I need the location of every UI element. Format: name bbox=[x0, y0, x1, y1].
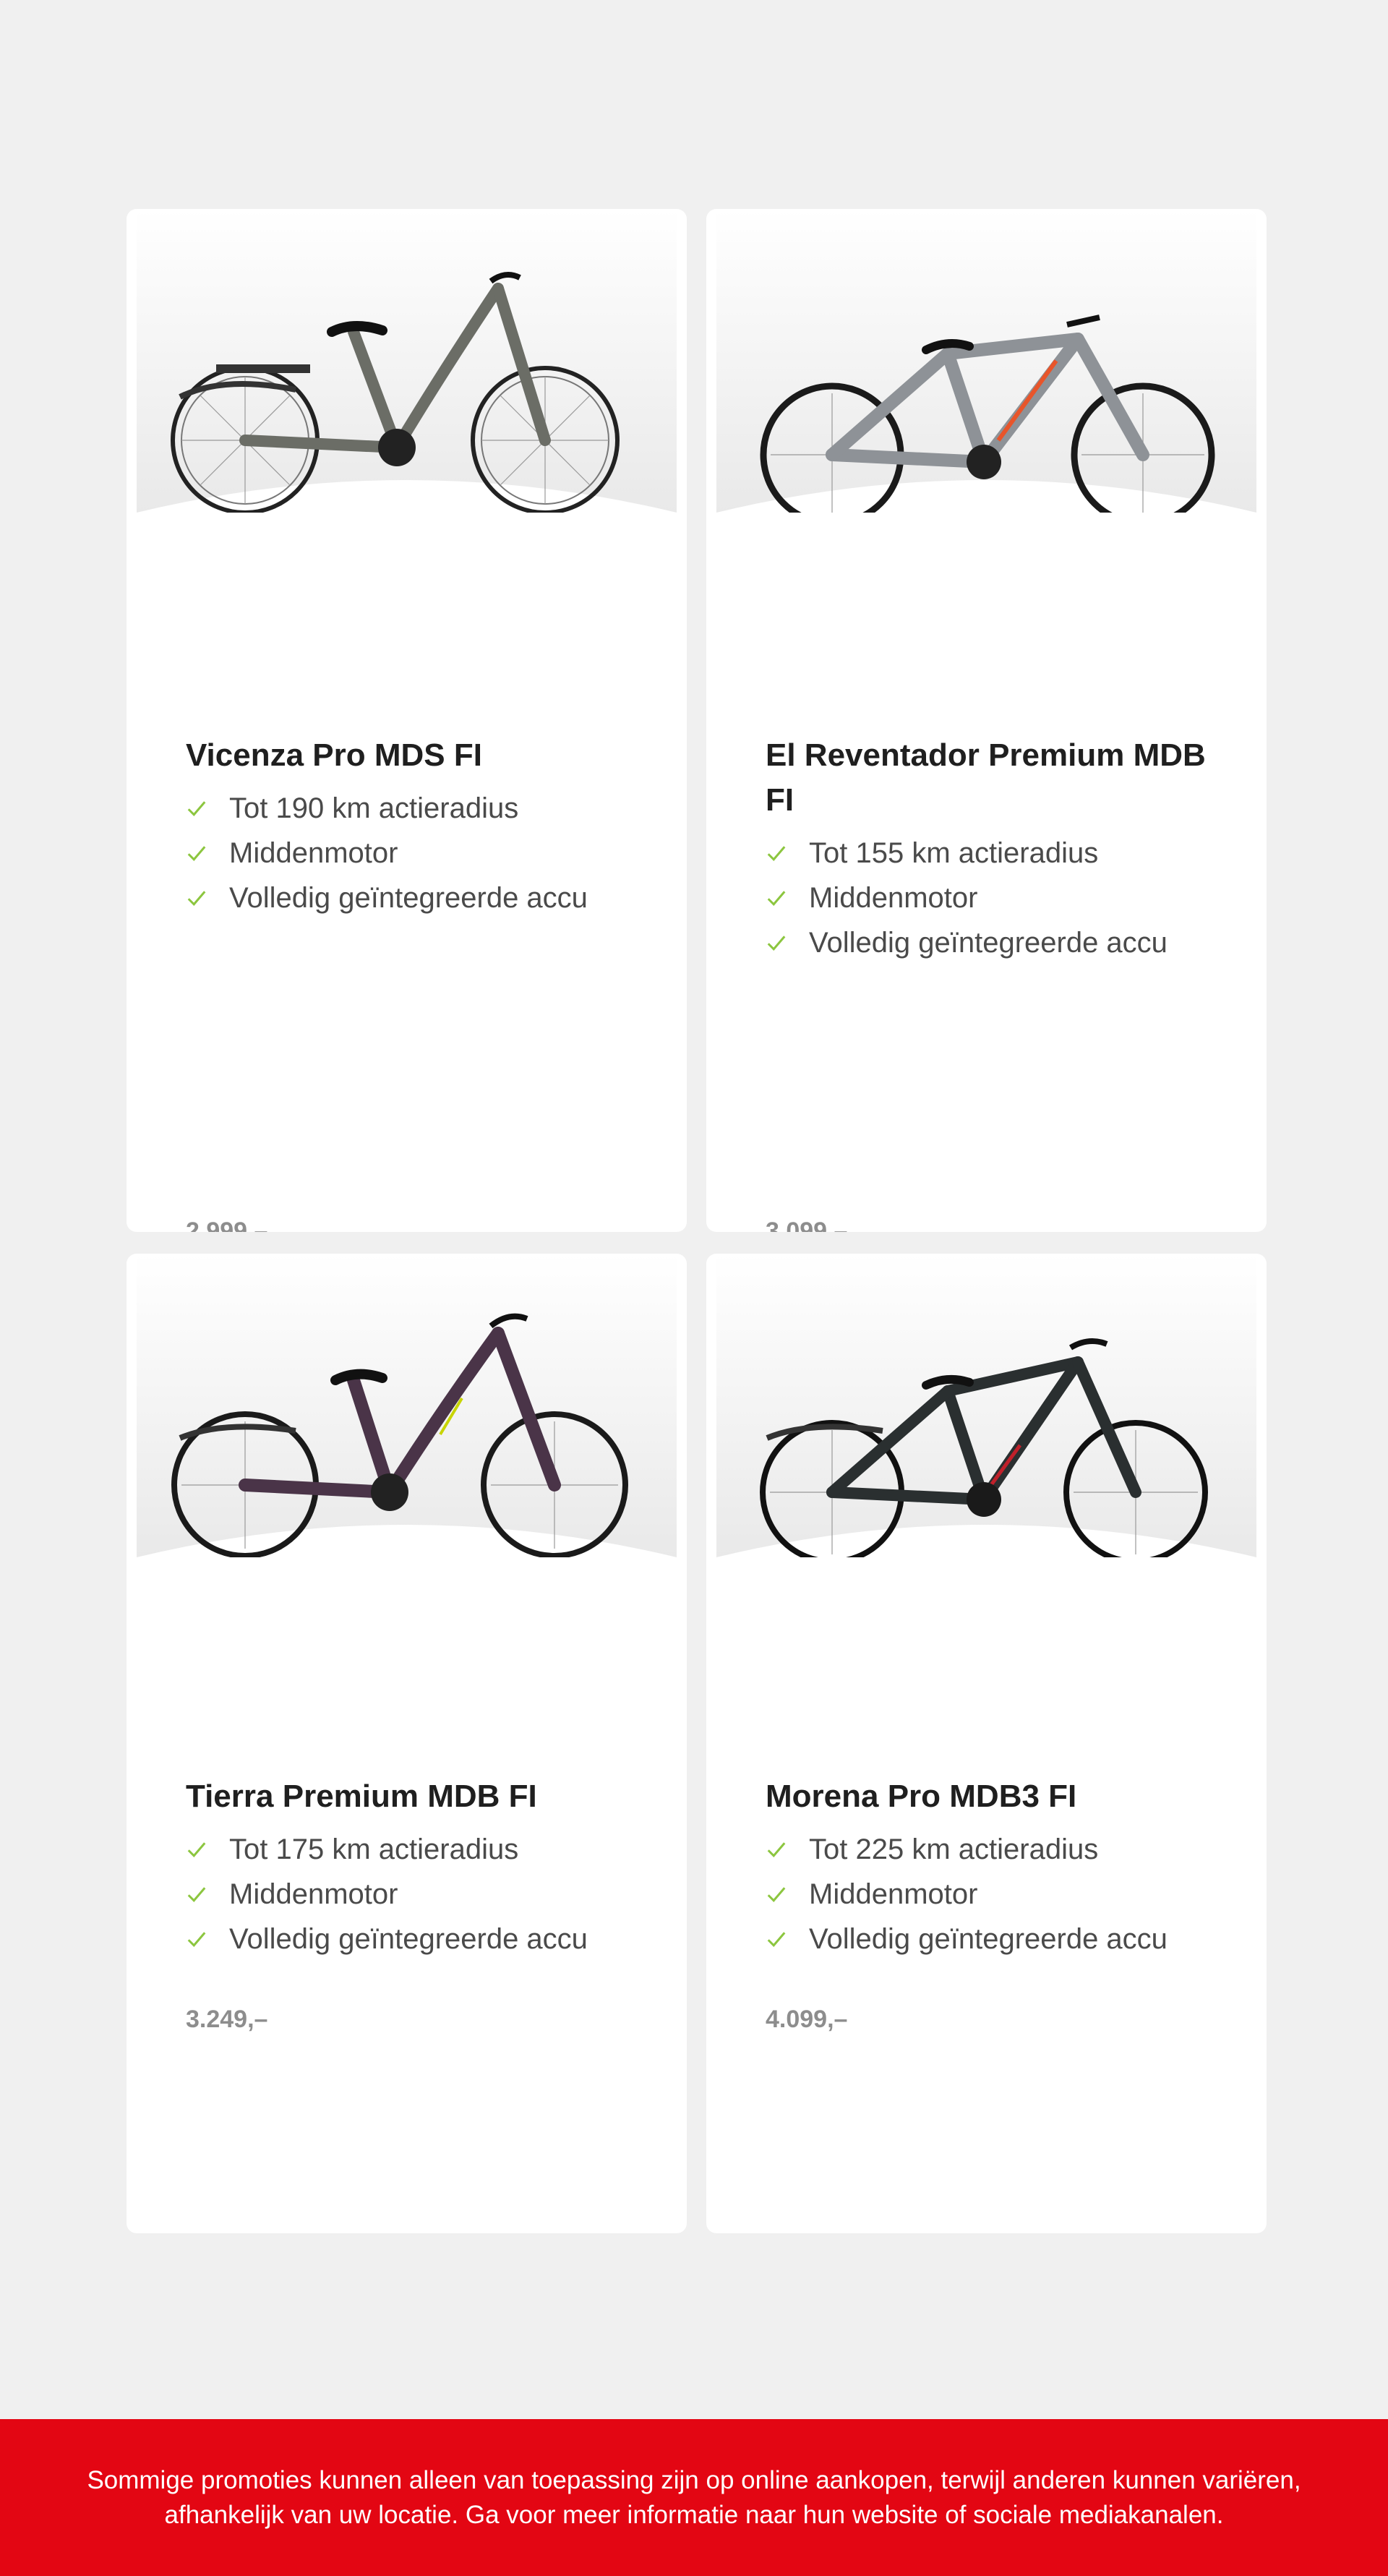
checkmark-icon bbox=[187, 846, 206, 861]
feature-label: Middenmotor bbox=[229, 1878, 398, 1910]
step-through-e-bike-icon bbox=[137, 1254, 677, 1557]
checkmark-icon bbox=[187, 1932, 206, 1947]
product-card-el-reventador[interactable]: El Reventador Premium MDB FI Tot 155 km … bbox=[706, 209, 1267, 1232]
feature-label: Volledig geïntegreerde accu bbox=[229, 881, 588, 914]
checkmark-icon bbox=[187, 1842, 206, 1857]
feature-item: Middenmotor bbox=[766, 1872, 1168, 1917]
checkmark-icon bbox=[767, 846, 786, 861]
feature-item: Middenmotor bbox=[186, 1872, 588, 1917]
feature-item: Tot 190 km actieradius bbox=[186, 786, 588, 831]
feature-label: Tot 175 km actieradius bbox=[229, 1833, 519, 1865]
feature-item: Tot 175 km actieradius bbox=[186, 1827, 588, 1872]
feature-item: Volledig geïntegreerde accu bbox=[186, 876, 588, 920]
product-title[interactable]: Morena Pro MDB3 FI bbox=[766, 1774, 1214, 1819]
checkmark-icon bbox=[187, 1887, 206, 1902]
feature-item: Volledig geïntegreerde accu bbox=[186, 1917, 588, 1961]
product-title[interactable]: El Reventador Premium MDB FI bbox=[766, 733, 1214, 823]
feature-label: Tot 155 km actieradius bbox=[809, 836, 1099, 869]
product-title[interactable]: Tierra Premium MDB FI bbox=[186, 1774, 634, 1819]
feature-list: Tot 225 km actieradius Middenmotor Volle… bbox=[766, 1827, 1168, 1961]
checkmark-icon bbox=[767, 1932, 786, 1947]
product-title[interactable]: Vicenza Pro MDS FI bbox=[186, 733, 634, 778]
checkmark-icon bbox=[767, 1887, 786, 1902]
bike-image[interactable] bbox=[716, 209, 1256, 513]
feature-item: Middenmotor bbox=[186, 831, 588, 876]
feature-label: Volledig geïntegreerde accu bbox=[809, 926, 1168, 959]
bike-image[interactable] bbox=[137, 209, 677, 513]
product-price: 3.249,– bbox=[186, 2006, 268, 2033]
checkmark-icon bbox=[187, 801, 206, 816]
feature-label: Middenmotor bbox=[809, 1878, 978, 1910]
bike-image[interactable] bbox=[137, 1254, 677, 1557]
feature-list: Tot 190 km actieradius Middenmotor Volle… bbox=[186, 786, 588, 920]
feature-label: Middenmotor bbox=[229, 836, 398, 869]
product-card-tierra[interactable]: Tierra Premium MDB FI Tot 175 km actiera… bbox=[127, 1254, 687, 2233]
product-price: 4.099,– bbox=[766, 2006, 848, 2033]
feature-item: Volledig geïntegreerde accu bbox=[766, 920, 1168, 965]
feature-item: Tot 225 km actieradius bbox=[766, 1827, 1168, 1872]
product-card-morena[interactable]: Morena Pro MDB3 FI Tot 225 km actieradiu… bbox=[706, 1254, 1267, 2233]
promo-disclaimer-bar: Sommige promoties kunnen alleen van toep… bbox=[0, 2419, 1388, 2576]
feature-label: Tot 190 km actieradius bbox=[229, 792, 519, 824]
feature-list: Tot 175 km actieradius Middenmotor Volle… bbox=[186, 1827, 588, 1961]
product-price: 3.099,– bbox=[766, 1218, 848, 1232]
mountain-e-bike-icon bbox=[716, 209, 1256, 513]
feature-label: Middenmotor bbox=[809, 881, 978, 914]
feature-list: Tot 155 km actieradius Middenmotor Volle… bbox=[766, 831, 1168, 965]
feature-item: Middenmotor bbox=[766, 876, 1168, 920]
step-through-e-bike-icon bbox=[137, 209, 677, 513]
feature-item: Tot 155 km actieradius bbox=[766, 831, 1168, 876]
feature-item: Volledig geïntegreerde accu bbox=[766, 1917, 1168, 1961]
product-price: 2.999,– bbox=[186, 1218, 268, 1232]
checkmark-icon bbox=[187, 891, 206, 906]
feature-label: Volledig geïntegreerde accu bbox=[809, 1922, 1168, 1955]
checkmark-icon bbox=[767, 891, 786, 906]
checkmark-icon bbox=[767, 1842, 786, 1857]
trekking-e-bike-icon bbox=[716, 1254, 1256, 1557]
promo-disclaimer-text: Sommige promoties kunnen alleen van toep… bbox=[87, 2465, 1301, 2529]
feature-label: Tot 225 km actieradius bbox=[809, 1833, 1099, 1865]
product-card-vicenza[interactable]: Vicenza Pro MDS FI Tot 190 km actieradiu… bbox=[127, 209, 687, 1232]
checkmark-icon bbox=[767, 936, 786, 951]
feature-label: Volledig geïntegreerde accu bbox=[229, 1922, 588, 1955]
bike-image[interactable] bbox=[716, 1254, 1256, 1557]
